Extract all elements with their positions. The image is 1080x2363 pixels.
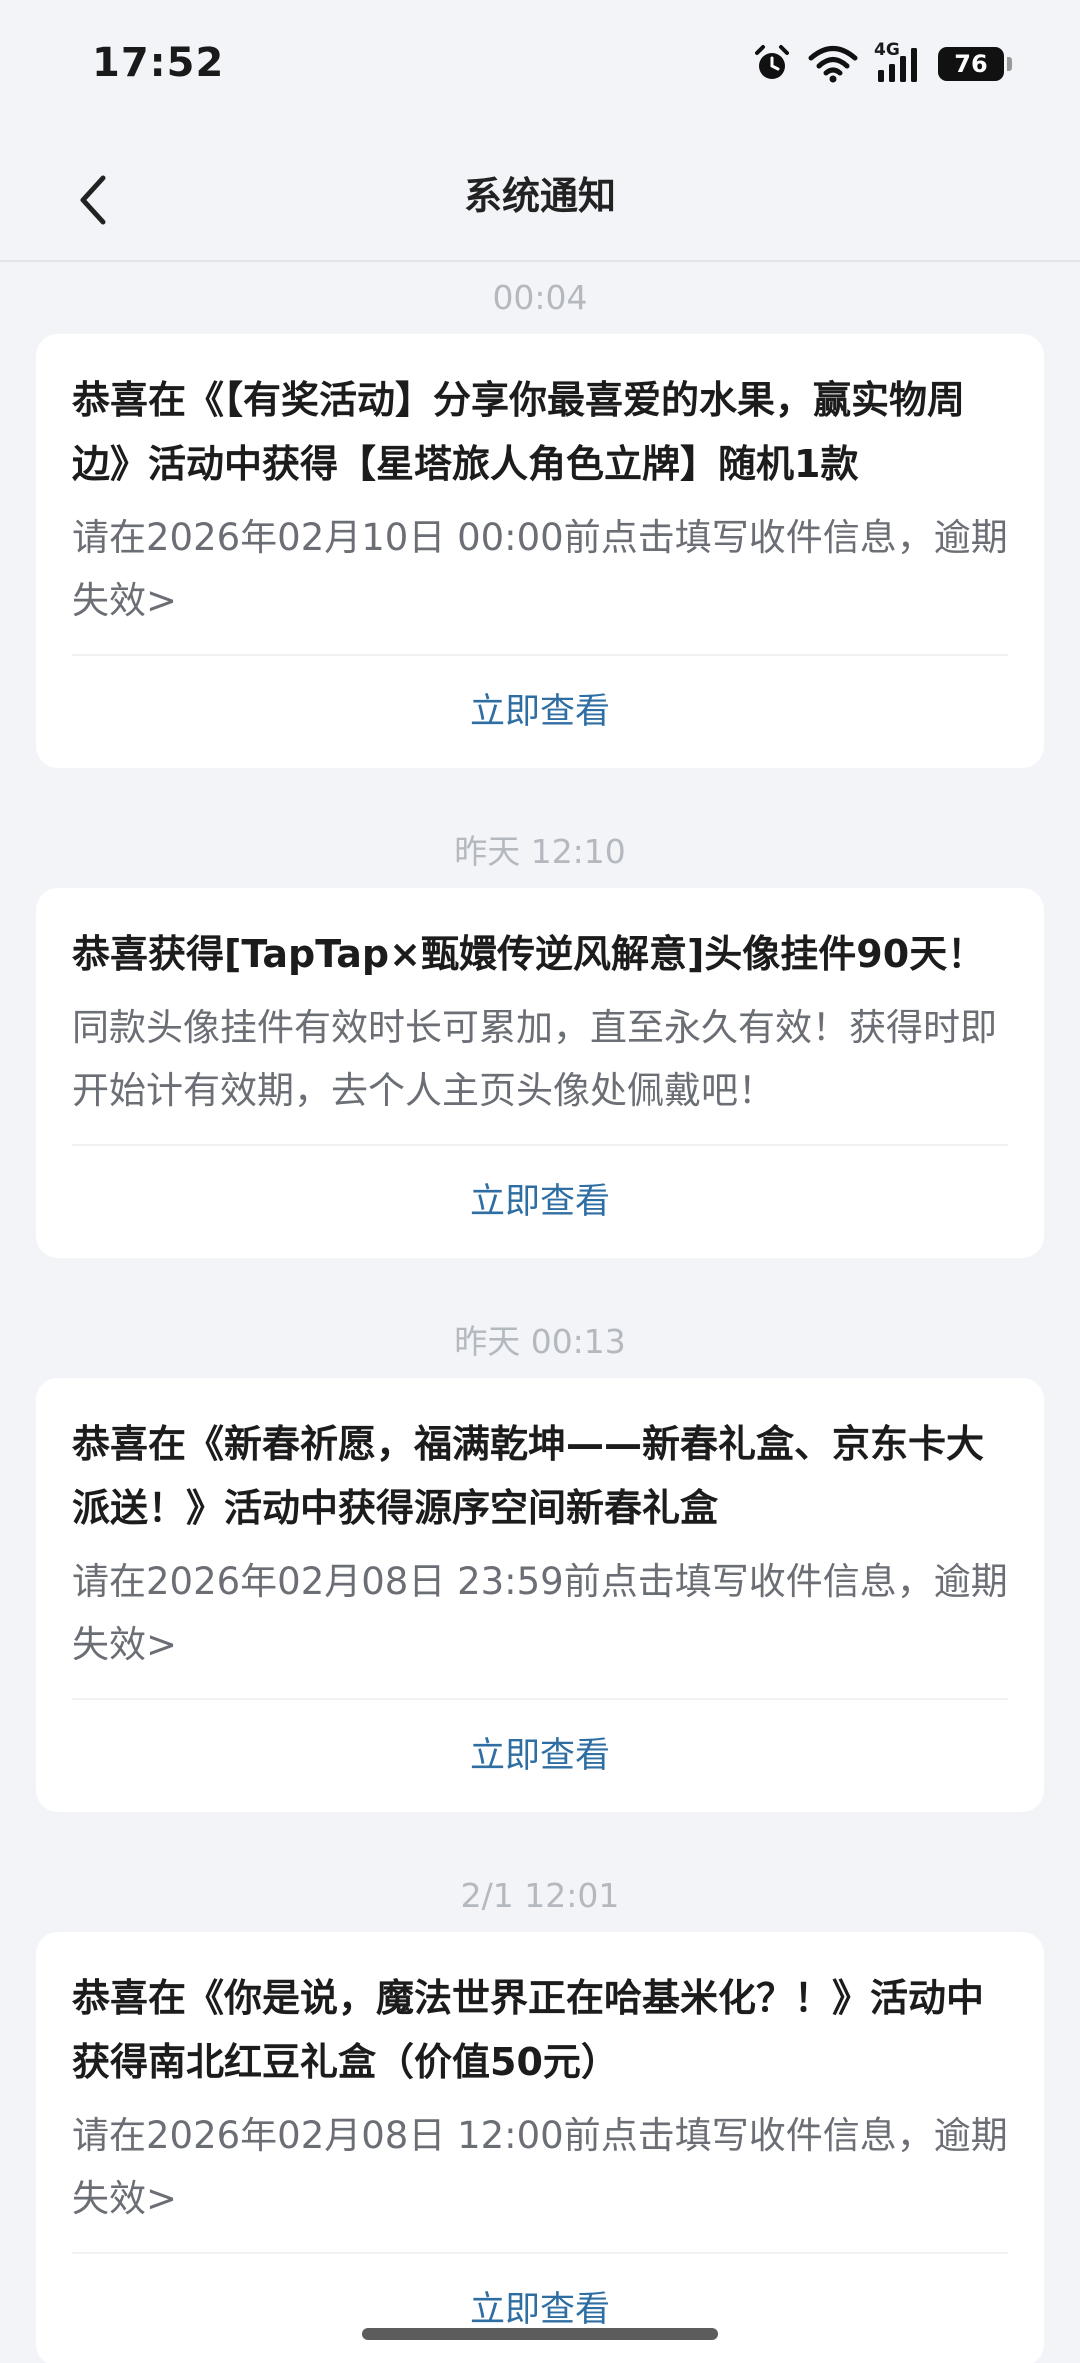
notification-title: 恭喜在《【有奖活动】分享你最喜爱的水果，赢实物周边》活动中获得【星塔旅人角色立牌… xyxy=(72,378,966,486)
battery-icon: 76 xyxy=(938,47,1012,81)
notification-card[interactable]: 恭喜在《新春祈愿，福满乾坤——新春礼盒、京东卡大派送！》活动中获得源序空间新春礼… xyxy=(36,1378,1044,1812)
notification-body: 同款头像挂件有效时长可累加，直至永久有效！获得时即开始计有效期，去个人主页头像处… xyxy=(72,996,1008,1146)
notification-title: 恭喜在《新春祈愿，福满乾坤——新春礼盒、京东卡大派送！》活动中获得源序空间新春礼… xyxy=(72,1422,985,1530)
notification-group: 00:04 恭喜在《【有奖活动】分享你最喜爱的水果，赢实物周边》活动中获得【星塔… xyxy=(0,262,1080,768)
notification-list[interactable]: 00:04 恭喜在《【有奖活动】分享你最喜爱的水果，赢实物周边》活动中获得【星塔… xyxy=(0,262,1080,2363)
battery-level: 76 xyxy=(954,50,988,78)
notification-group: 昨天 12:10 恭喜获得[TapTap×甄嬛传逆风解意]头像挂件90天！ 同款… xyxy=(0,816,1080,1258)
view-now-button[interactable]: 立即查看 xyxy=(72,2254,1008,2363)
notification-time: 昨天 00:13 xyxy=(454,1322,626,1361)
signal-icon: 4G xyxy=(874,40,922,84)
notification-title: 恭喜获得[TapTap×甄嬛传逆风解意]头像挂件90天！ xyxy=(72,932,986,976)
view-now-button[interactable]: 立即查看 xyxy=(72,656,1008,768)
notification-body[interactable]: 请在2026年02月08日 12:00前点击填写收件信息，逾期失效> xyxy=(72,2104,1008,2254)
view-now-button[interactable]: 立即查看 xyxy=(72,1700,1008,1812)
notification-time: 昨天 12:10 xyxy=(454,832,626,871)
alarm-icon xyxy=(752,44,792,84)
home-indicator[interactable] xyxy=(362,2328,718,2340)
notification-time: 2/1 12:01 xyxy=(460,1876,620,1915)
wifi-icon xyxy=(808,45,858,83)
notification-group: 2/1 12:01 恭喜在《你是说，魔法世界正在哈基米化？！》活动中获得南北红豆… xyxy=(0,1860,1080,2363)
notification-body[interactable]: 请在2026年02月08日 23:59前点击填写收件信息，逾期失效> xyxy=(72,1550,1008,1700)
notification-group: 昨天 00:13 恭喜在《新春祈愿，福满乾坤——新春礼盒、京东卡大派送！》活动中… xyxy=(0,1306,1080,1812)
status-bar: 17:52 4G 76 xyxy=(0,0,1080,135)
nav-bar: 系统通知 xyxy=(0,135,1080,262)
notification-body[interactable]: 请在2026年02月10日 00:00前点击填写收件信息，逾期失效> xyxy=(72,506,1008,656)
notification-card[interactable]: 恭喜在《【有奖活动】分享你最喜爱的水果，赢实物周边》活动中获得【星塔旅人角色立牌… xyxy=(36,334,1044,768)
status-icons: 4G 76 xyxy=(752,40,1012,84)
notification-card[interactable]: 恭喜获得[TapTap×甄嬛传逆风解意]头像挂件90天！ 同款头像挂件有效时长可… xyxy=(36,888,1044,1258)
notification-time: 00:04 xyxy=(492,278,588,317)
notification-card[interactable]: 恭喜在《你是说，魔法世界正在哈基米化？！》活动中获得南北红豆礼盒（价值50元） … xyxy=(36,1932,1044,2363)
page-title: 系统通知 xyxy=(463,174,616,218)
view-now-button[interactable]: 立即查看 xyxy=(72,1146,1008,1258)
notification-title: 恭喜在《你是说，魔法世界正在哈基米化？！》活动中获得南北红豆礼盒（价值50元） xyxy=(72,1976,985,2084)
status-time: 17:52 xyxy=(92,40,225,86)
